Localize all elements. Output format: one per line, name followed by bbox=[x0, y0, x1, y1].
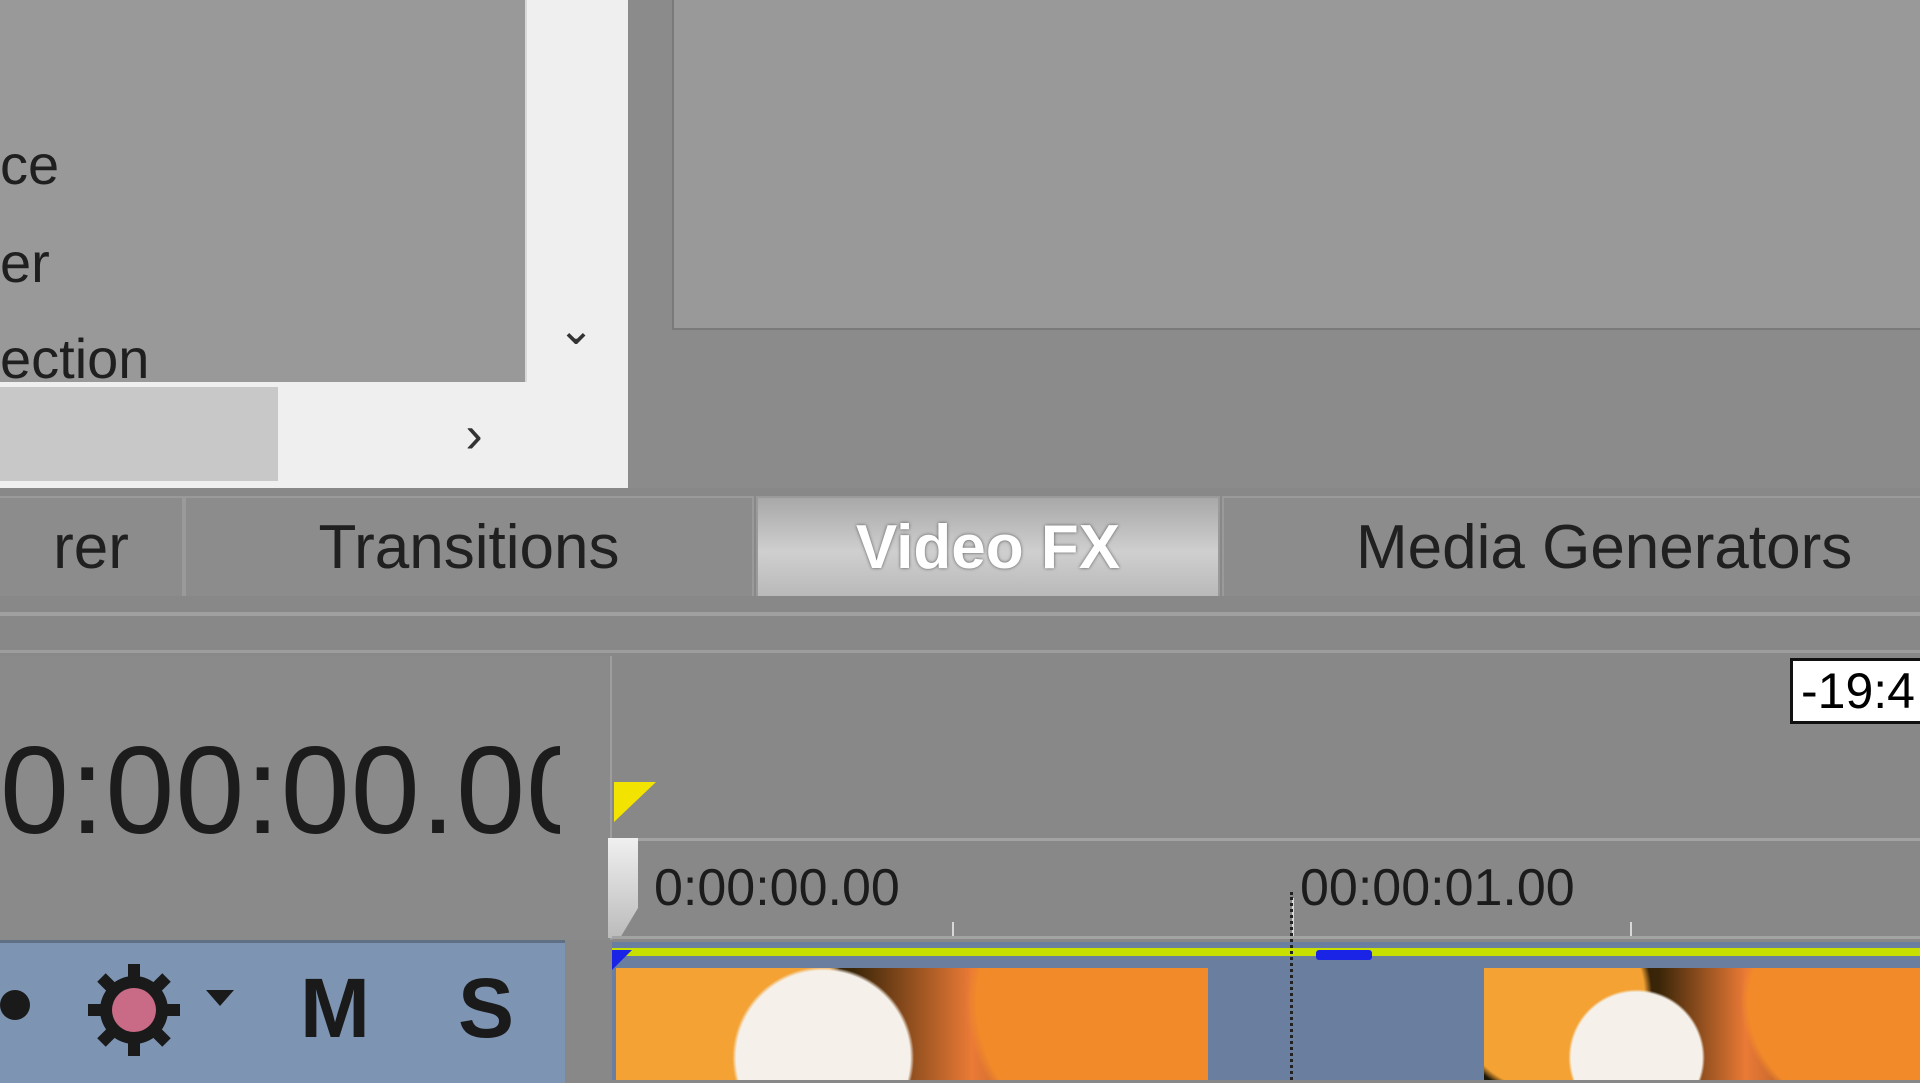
list-item[interactable]: ce bbox=[0, 132, 59, 197]
tab-media-generators[interactable]: Media Generators bbox=[1222, 496, 1920, 596]
horizontal-scrollbar-thumb[interactable] bbox=[0, 387, 278, 481]
yellow-marker-icon[interactable] bbox=[612, 780, 672, 830]
divider bbox=[565, 940, 612, 1080]
preview-area bbox=[672, 0, 1920, 330]
video-clip[interactable] bbox=[616, 968, 1208, 1080]
selection-marker bbox=[1316, 950, 1372, 960]
crossfade-region[interactable] bbox=[1208, 968, 1484, 1080]
opacity-envelope[interactable] bbox=[612, 948, 1920, 956]
chevron-down-icon[interactable] bbox=[206, 990, 234, 1006]
solo-button[interactable]: S bbox=[458, 960, 514, 1057]
ruler-label: 0:00:00.00 bbox=[654, 859, 900, 917]
time-flag: -19:4 bbox=[1790, 658, 1920, 724]
chevron-down-icon[interactable]: ⌄ bbox=[548, 300, 604, 360]
list-item[interactable]: er bbox=[0, 230, 50, 295]
current-time-display: 0:00:00.00 bbox=[0, 722, 560, 860]
list-view[interactable]: ce er ection bbox=[0, 0, 527, 390]
chevron-right-icon[interactable]: › bbox=[444, 400, 504, 470]
track-motion-icon[interactable] bbox=[0, 990, 30, 1020]
gear-icon[interactable] bbox=[84, 960, 184, 1060]
playhead-line bbox=[1290, 892, 1293, 1080]
divider bbox=[0, 650, 1920, 653]
video-clip[interactable] bbox=[1484, 968, 1920, 1080]
ruler-label: 00:00:01.00 bbox=[1300, 859, 1575, 917]
tab-transitions[interactable]: Transitions bbox=[184, 496, 754, 596]
divider bbox=[0, 612, 1920, 616]
list-item[interactable]: ection bbox=[0, 326, 149, 391]
divider bbox=[612, 838, 1920, 841]
mute-button[interactable]: M bbox=[300, 960, 370, 1057]
divider bbox=[612, 936, 1920, 939]
tab-video-fx[interactable]: Video FX bbox=[756, 496, 1220, 596]
tab-explorer[interactable]: rer bbox=[0, 496, 184, 596]
